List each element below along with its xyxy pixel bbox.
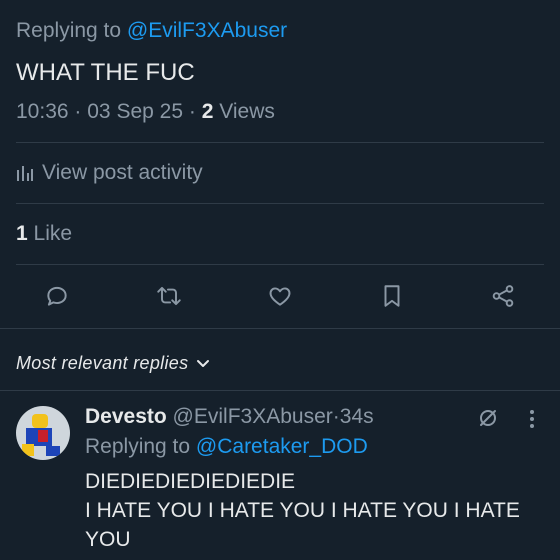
reply-author-handle[interactable]: @EvilF3XAbuser [173,405,333,428]
reply-icon [44,283,70,309]
retweet-icon [155,283,183,309]
likes-count: 1 [16,222,28,245]
retweet-button[interactable] [155,282,183,310]
replying-to: Replying to @EvilF3XAbuser [16,19,287,43]
replying-to-handle[interactable]: @EvilF3XAbuser [127,19,287,42]
bookmark-icon [380,283,404,309]
replying-to-prefix: Replying to [16,19,122,42]
post-time[interactable]: 10:36 [16,100,69,123]
replies-sort-dropdown[interactable]: Most relevant replies [16,353,210,374]
reply-replying-to: Replying to @Caretaker_DOD [85,435,368,459]
views-label: Views [219,100,275,123]
like-button[interactable] [266,282,294,310]
post-meta: 10:36 · 03 Sep 25 · 2 Views [16,100,275,124]
meta-sep: · [74,100,82,123]
reply-text: DIEDIEDIEDIEDIEDIE I HATE YOU I HATE YOU… [85,467,520,554]
reply-text-line: YOU [85,528,131,551]
share-button[interactable] [489,282,517,310]
grok-button[interactable] [476,406,502,432]
bookmark-button[interactable] [378,282,406,310]
divider [16,264,544,265]
chevron-down-icon [196,359,210,369]
divider [16,142,544,143]
more-options-button[interactable] [524,408,540,432]
divider [0,328,560,329]
reply-sep: · [332,405,340,428]
avatar[interactable] [16,406,70,460]
replies-sort-label: Most relevant replies [16,353,189,373]
likes-summary[interactable]: 1 Like [16,222,72,246]
divider [16,203,544,204]
view-post-activity-label: View post activity [42,161,203,184]
divider [0,390,560,391]
like-icon [267,283,293,309]
post-text: WHAT THE FUC [16,59,195,86]
view-post-activity[interactable]: View post activity [16,161,203,185]
reply-text-line: I HATE YOU I HATE YOU I HATE YOU I HATE [85,499,520,522]
more-vertical-icon [524,408,540,430]
reply-header: Devesto @EvilF3XAbuser·34s [85,405,374,429]
reply-replying-handle[interactable]: @Caretaker_DOD [196,435,368,458]
meta-sep-2: · [188,100,196,123]
reply-time[interactable]: 34s [340,405,374,428]
views-count: 2 [201,100,214,123]
grok-icon [476,406,502,430]
reply-replying-prefix: Replying to [85,435,191,458]
reply-text-line: DIEDIEDIEDIEDIEDIE [85,470,296,493]
post-date[interactable]: 03 Sep 25 [87,100,183,123]
cutoff-text [160,0,200,2]
reply-button[interactable] [43,282,71,310]
reply-author-name[interactable]: Devesto [85,405,167,428]
analytics-icon [16,164,34,182]
likes-label: Like [33,222,73,245]
share-icon [490,283,516,309]
